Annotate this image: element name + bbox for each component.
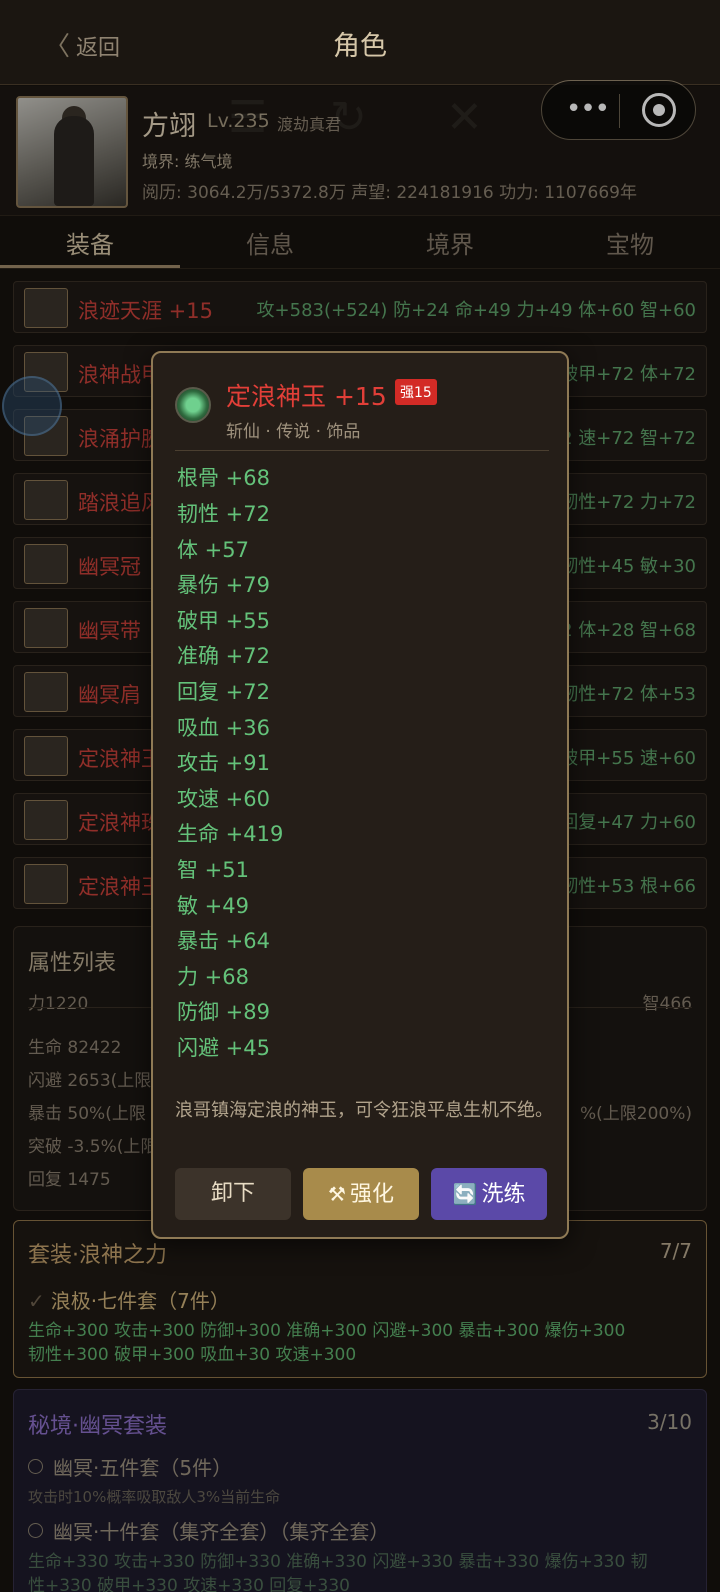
popup-stat: 生命 +419 xyxy=(177,822,284,846)
popup-stat: 韧性 +72 xyxy=(177,502,270,526)
enhance-badge: 强15 xyxy=(395,379,437,405)
popup-stat: 准确 +72 xyxy=(177,644,270,668)
popup-stat: 体 +57 xyxy=(177,538,249,562)
jade-icon xyxy=(175,387,211,423)
page-title: 角色 xyxy=(333,31,387,62)
popup-stat: 力 +68 xyxy=(177,965,249,989)
popup-stat: 防御 +89 xyxy=(177,1000,270,1024)
item-detail-popup: 定浪神玉 +15 强15 斩仙 · 传说 · 饰品 根骨 +68 韧性 +72 … xyxy=(151,351,569,1239)
popup-stat: 智 +51 xyxy=(177,858,249,882)
enhance-button[interactable]: ⚒ 强化 xyxy=(303,1168,419,1220)
popup-description: 浪哥镇海定浪的神玉，可令狂浪平息生机不绝。 xyxy=(175,1100,553,1121)
popup-item-name: 定浪神玉 +15 xyxy=(226,382,387,411)
popup-stat: 暴击 +64 xyxy=(177,929,270,953)
popup-stat: 攻速 +60 xyxy=(177,787,270,811)
popup-stat: 吸血 +36 xyxy=(177,716,270,740)
popup-divider xyxy=(175,450,549,451)
refine-button[interactable]: 🔄 洗练 xyxy=(431,1168,547,1220)
popup-stat: 暴伤 +79 xyxy=(177,573,270,597)
popup-stat: 回复 +72 xyxy=(177,680,270,704)
unequip-button[interactable]: 卸下 xyxy=(175,1168,291,1220)
popup-stat: 攻击 +91 xyxy=(177,751,270,775)
popup-stat: 敏 +49 xyxy=(177,894,249,918)
popup-item-subtitle: 斩仙 · 传说 · 饰品 xyxy=(226,422,361,442)
popup-stat: 根骨 +68 xyxy=(177,466,270,490)
popup-stat: 闪避 +45 xyxy=(177,1036,270,1060)
hammer-icon: ⚒ xyxy=(328,1182,346,1206)
popup-stat: 破甲 +55 xyxy=(177,609,270,633)
refresh-icon: 🔄 xyxy=(452,1182,478,1206)
